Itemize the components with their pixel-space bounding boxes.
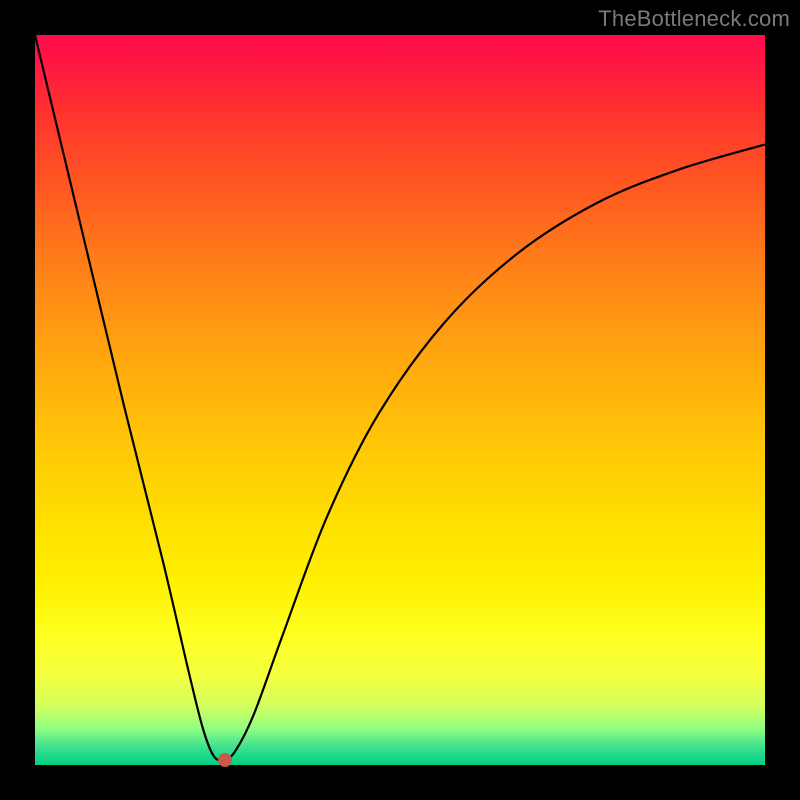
plot-area xyxy=(35,35,765,765)
chart-container: TheBottleneck.com xyxy=(0,0,800,800)
minimum-point-marker xyxy=(218,753,232,767)
watermark-text: TheBottleneck.com xyxy=(598,6,790,32)
bottleneck-curve xyxy=(35,35,765,765)
